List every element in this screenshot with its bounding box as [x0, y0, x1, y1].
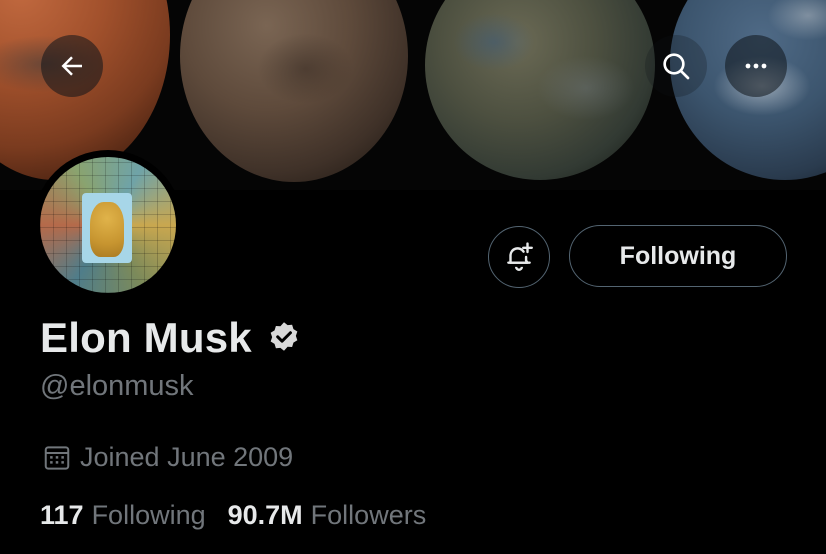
display-name: Elon Musk [40, 314, 252, 361]
following-label: Following [91, 500, 206, 530]
search-icon [663, 53, 690, 80]
avatar-ape-figure [90, 202, 124, 257]
name-row: Elon Musk [40, 314, 302, 362]
followers-label: Followers [310, 500, 427, 530]
search-button[interactable] [645, 35, 707, 97]
banner-planet-terraforming-1 [180, 0, 408, 182]
joined-date: Joined June 2009 [42, 442, 293, 473]
banner-planet-terraforming-2 [425, 0, 655, 180]
arrow-left-icon [61, 56, 82, 76]
back-button[interactable] [41, 35, 103, 97]
following-count: 117 [40, 500, 84, 530]
more-options-button[interactable] [725, 35, 787, 97]
bell-plus-icon [507, 242, 533, 271]
following-button[interactable]: Following [569, 225, 787, 287]
followers-stat-link[interactable]: 90.7M Followers [228, 500, 427, 531]
notifications-button[interactable] [488, 226, 550, 288]
avatar-image [40, 157, 176, 293]
verified-badge-icon[interactable] [266, 320, 302, 356]
more-horizontal-icon [745, 63, 767, 69]
following-stat-link[interactable]: 117 Following [40, 500, 206, 531]
calendar-icon [42, 443, 72, 473]
followers-count: 90.7M [227, 500, 303, 530]
follow-stats: 117 Following 90.7M Followers [40, 500, 448, 531]
avatar[interactable] [33, 150, 183, 300]
joined-text: Joined June 2009 [80, 442, 294, 472]
user-handle: @elonmusk [40, 370, 194, 402]
